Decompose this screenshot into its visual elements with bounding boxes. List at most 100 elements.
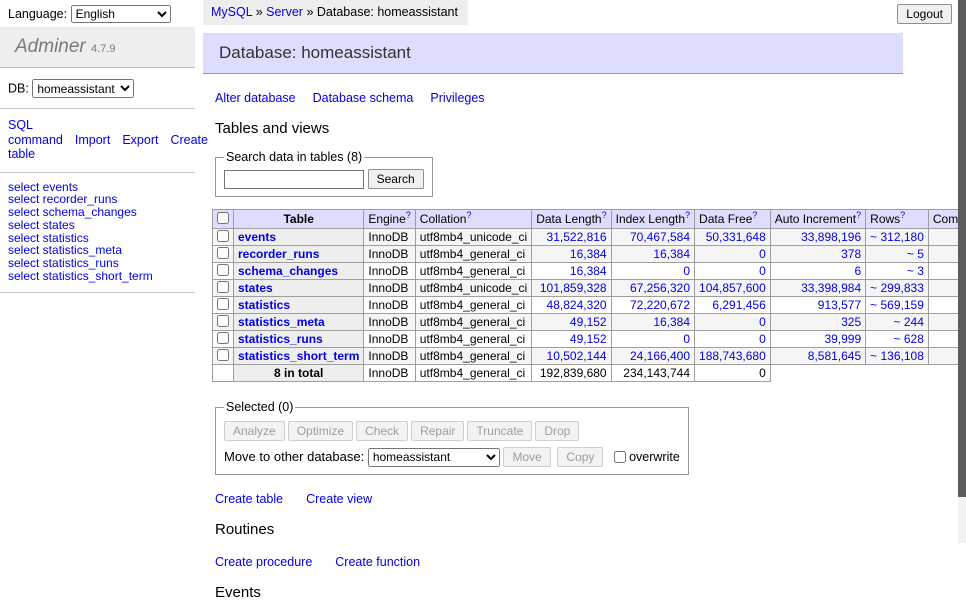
table-name-link[interactable]: states	[238, 281, 273, 295]
index-length-link[interactable]: 72,220,672	[630, 298, 690, 312]
language-select[interactable]: English	[71, 5, 171, 23]
engine-cell: InnoDB	[364, 331, 415, 348]
create-function-link[interactable]: Create function	[335, 555, 420, 569]
help-link[interactable]: ?	[900, 210, 905, 220]
rows-link[interactable]: ~ 3	[907, 264, 924, 278]
data-free-cell: 104,857,600	[695, 280, 771, 297]
copy-button[interactable]: Copy	[557, 447, 603, 467]
data-length-link[interactable]: 31,522,816	[547, 230, 607, 244]
rows-link[interactable]: ~ 5	[907, 247, 924, 261]
sidebar-select-link[interactable]: select statistics_short_term	[8, 270, 187, 283]
table-name-link[interactable]: schema_changes	[238, 264, 338, 278]
move-button[interactable]: Move	[503, 447, 550, 467]
help-link[interactable]: ?	[685, 210, 690, 220]
sidebar-select-link[interactable]: select schema_changes	[8, 206, 187, 219]
data-free-link[interactable]: 0	[759, 264, 766, 278]
index-length-link[interactable]: 0	[683, 332, 690, 346]
auto-increment-link[interactable]: 33,398,984	[801, 281, 861, 295]
data-length-link[interactable]: 101,859,328	[540, 281, 607, 295]
data-free-link[interactable]: 0	[759, 315, 766, 329]
table-name-link[interactable]: events	[238, 230, 276, 244]
table-name-link[interactable]: recorder_runs	[238, 247, 319, 261]
alter-database-link[interactable]: Alter database	[215, 91, 296, 105]
row-checkbox[interactable]	[217, 264, 229, 276]
table-name-link[interactable]: statistics_meta	[238, 315, 325, 329]
index-length-link[interactable]: 70,467,584	[630, 230, 690, 244]
table-name-link[interactable]: statistics_runs	[238, 332, 323, 346]
rows-link[interactable]: ~ 312,180	[870, 230, 924, 244]
scrollbar[interactable]	[958, 0, 966, 543]
index-length-link[interactable]: 16,384	[653, 247, 690, 261]
row-checkbox[interactable]	[217, 315, 229, 327]
privileges-link[interactable]: Privileges	[430, 91, 484, 105]
data-free-link[interactable]: 0	[759, 332, 766, 346]
help-link[interactable]: ?	[752, 210, 757, 220]
index-length-link[interactable]: 24,166,400	[630, 349, 690, 363]
analyze-button[interactable]: Analyze	[224, 421, 285, 441]
auto-increment-link[interactable]: 325	[841, 315, 861, 329]
create-procedure-link[interactable]: Create procedure	[215, 555, 312, 569]
data-length-link[interactable]: 16,384	[570, 264, 607, 278]
help-link[interactable]: ?	[466, 210, 471, 220]
data-length-link[interactable]: 49,152	[570, 315, 607, 329]
index-length-link[interactable]: 0	[683, 264, 690, 278]
column-header-data-length: Data Length?	[532, 210, 611, 229]
export-link[interactable]: Export	[122, 133, 158, 147]
adminer-home-link[interactable]: Adminer	[15, 36, 86, 57]
data-free-link[interactable]: 50,331,648	[706, 230, 766, 244]
logout-button[interactable]: Logout	[897, 4, 952, 24]
rows-link[interactable]: ~ 244	[894, 315, 924, 329]
index-length-link[interactable]: 67,256,320	[630, 281, 690, 295]
auto-increment-link[interactable]: 39,999	[824, 332, 861, 346]
scrollbar-thumb[interactable]	[958, 0, 966, 497]
select-all-checkbox[interactable]	[217, 212, 229, 224]
create-view-link[interactable]: Create view	[306, 492, 372, 506]
table-name-link[interactable]: statistics	[238, 298, 290, 312]
data-free-link[interactable]: 0	[759, 247, 766, 261]
help-link[interactable]: ?	[856, 210, 861, 220]
help-link[interactable]: ?	[406, 210, 411, 220]
optimize-button[interactable]: Optimize	[288, 421, 353, 441]
row-checkbox[interactable]	[217, 349, 229, 361]
breadcrumb-server-link[interactable]: Server	[266, 5, 303, 19]
rows-link[interactable]: ~ 299,833	[870, 281, 924, 295]
sidebar-select-link[interactable]: select states	[8, 219, 187, 232]
rows-link[interactable]: ~ 628	[894, 332, 924, 346]
create-table-link[interactable]: Create table	[215, 492, 283, 506]
overwrite-checkbox[interactable]	[614, 451, 626, 463]
data-length-link[interactable]: 16,384	[570, 247, 607, 261]
row-checkbox[interactable]	[217, 230, 229, 242]
search-input[interactable]	[224, 170, 364, 189]
data-length-link[interactable]: 10,502,144	[547, 349, 607, 363]
row-checkbox[interactable]	[217, 281, 229, 293]
row-checkbox[interactable]	[217, 247, 229, 259]
help-link[interactable]: ?	[602, 210, 607, 220]
repair-button[interactable]: Repair	[411, 421, 464, 441]
check-button[interactable]: Check	[356, 421, 408, 441]
sql-command-link[interactable]: SQL command	[8, 118, 63, 147]
table-name-link[interactable]: statistics_short_term	[238, 349, 359, 363]
auto-increment-link[interactable]: 6	[854, 264, 861, 278]
rows-link[interactable]: ~ 569,159	[870, 298, 924, 312]
rows-link[interactable]: ~ 136,108	[870, 349, 924, 363]
db-select[interactable]: homeassistant	[32, 79, 134, 98]
auto-increment-link[interactable]: 8,581,645	[808, 349, 861, 363]
drop-button[interactable]: Drop	[535, 421, 579, 441]
auto-increment-link[interactable]: 913,577	[818, 298, 861, 312]
auto-increment-link[interactable]: 378	[841, 247, 861, 261]
row-checkbox[interactable]	[217, 298, 229, 310]
data-free-link[interactable]: 6,291,456	[712, 298, 765, 312]
import-link[interactable]: Import	[75, 133, 110, 147]
search-button[interactable]: Search	[368, 169, 424, 189]
data-length-link[interactable]: 49,152	[570, 332, 607, 346]
data-length-link[interactable]: 48,824,320	[547, 298, 607, 312]
breadcrumb-mysql-link[interactable]: MySQL	[211, 5, 252, 19]
index-length-link[interactable]: 16,384	[653, 315, 690, 329]
row-checkbox[interactable]	[217, 332, 229, 344]
truncate-button[interactable]: Truncate	[467, 421, 532, 441]
data-free-link[interactable]: 188,743,680	[699, 349, 766, 363]
database-schema-link[interactable]: Database schema	[313, 91, 414, 105]
data-free-link[interactable]: 104,857,600	[699, 281, 766, 295]
move-db-select[interactable]: homeassistant	[368, 448, 500, 467]
auto-increment-link[interactable]: 33,898,196	[801, 230, 861, 244]
